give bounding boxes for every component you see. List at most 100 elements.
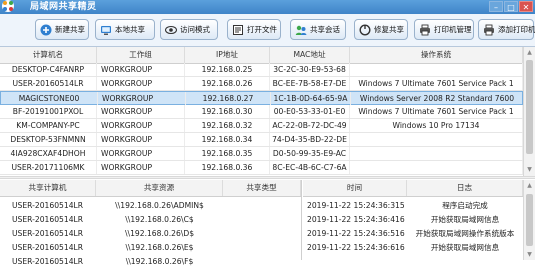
scroll-up-icon[interactable]: ▲ xyxy=(524,47,535,58)
printer-manage-button[interactable]: 打印机管理 xyxy=(414,19,474,40)
computer-name: MAGICSTONE00 xyxy=(1,92,98,105)
mac-address: 00-E0-53-33-01-E0 xyxy=(270,105,350,118)
add-printer-icon xyxy=(484,24,494,35)
computer-name: BF-20191001PXOL xyxy=(0,105,97,118)
ip-address: 192.168.0.25 xyxy=(185,63,270,76)
repair-share-icon xyxy=(359,23,371,36)
minimize-button[interactable]: – xyxy=(489,1,503,12)
access-mode-icon xyxy=(165,25,177,34)
ip-address: 192.168.0.27 xyxy=(186,92,271,105)
workgroup: WORKGROUP xyxy=(97,161,185,174)
column-header-computer-name[interactable]: 计算机名 xyxy=(0,47,97,63)
column-header-share-resource[interactable]: 共享资源 xyxy=(96,180,223,196)
column-header-share-computer[interactable]: 共享计算机 xyxy=(0,180,96,196)
maximize-button[interactable]: □ xyxy=(504,1,518,12)
log-message: 程序启动完成 xyxy=(442,201,488,210)
title-bar: 局域网共享精灵 – □ ✕ xyxy=(0,0,535,14)
share-row[interactable]: USER-20160514LR \\192.168.0.26\F$ xyxy=(0,255,301,269)
local-share-button[interactable]: 本地共享 xyxy=(95,19,155,40)
computer-list-header: 计算机名 工作组 IP地址 MAC地址 操作系统 xyxy=(0,47,523,64)
computer-row[interactable]: DESKTOP-53FNMNN WORKGROUP 192.168.0.34 7… xyxy=(0,133,523,147)
log-row[interactable]: 2019-11-22 15:24:36:315 程序启动完成 xyxy=(303,199,523,213)
share-resource: \\192.168.0.26\ADMIN$ xyxy=(115,201,204,210)
toolbar-label: 新建共享 xyxy=(55,25,85,34)
operating-system: Windows Server 2008 R2 Standard 7600 xyxy=(351,92,524,105)
column-header-ip[interactable]: IP地址 xyxy=(185,47,270,63)
scroll-down-icon[interactable]: ▼ xyxy=(524,164,535,175)
printer-manage-icon xyxy=(420,24,430,35)
add-printer-button[interactable]: 添加打印机 xyxy=(478,19,535,40)
toolbar-label: 打开文件 xyxy=(247,25,277,34)
ip-address: 192.168.0.36 xyxy=(185,161,270,174)
share-row[interactable]: USER-20160514LR \\192.168.0.26\D$ xyxy=(0,227,301,241)
repair-share-button[interactable]: 修复共享 xyxy=(354,19,408,40)
operating-system xyxy=(350,147,523,160)
open-file-button[interactable]: 打开文件 xyxy=(227,19,281,40)
toolbar-label: 修复共享 xyxy=(374,25,404,34)
access-mode-button[interactable]: 访问模式 xyxy=(160,19,218,40)
scroll-thumb[interactable] xyxy=(526,194,533,246)
log-row[interactable]: 2019-11-22 15:24:36:616 开始获取局域网信息 xyxy=(303,241,523,255)
log-list[interactable]: 时间 日志 2019-11-22 15:24:36:315 程序启动完成 201… xyxy=(303,180,523,260)
computer-row[interactable]: USER-20160514LR WORKGROUP 192.168.0.26 B… xyxy=(0,77,523,91)
computer-row-selected[interactable]: MAGICSTONE00 WORKGROUP 192.168.0.27 1C-1… xyxy=(0,91,524,105)
scroll-thumb[interactable] xyxy=(526,60,533,154)
workgroup: WORKGROUP xyxy=(97,105,185,118)
column-header-workgroup[interactable]: 工作组 xyxy=(97,47,185,63)
log-row[interactable]: 2019-11-22 15:24:36:516 开始获取局域网操作系统版本 xyxy=(303,227,523,241)
scroll-down-icon[interactable]: ▼ xyxy=(524,249,535,260)
computer-row[interactable]: KM-COMPANY-PC WORKGROUP 192.168.0.32 AC-… xyxy=(0,119,523,133)
log-message: 开始获取局域网信息 xyxy=(430,215,500,224)
operating-system xyxy=(350,133,523,146)
share-list[interactable]: 共享计算机 共享资源 共享类型 USER-20160514LR \\192.16… xyxy=(0,180,302,266)
log-list-scrollbar[interactable]: ▲ ▼ xyxy=(523,180,535,260)
operating-system: Windows 10 Pro 17134 xyxy=(350,119,523,132)
share-session-button[interactable]: 共享会话 xyxy=(290,19,346,40)
app-logo-icon xyxy=(2,0,14,12)
log-message: 开始获取局域网操作系统版本 xyxy=(415,229,515,238)
splitter[interactable] xyxy=(0,176,535,179)
share-type xyxy=(223,213,301,226)
toolbar-label: 打印机管理 xyxy=(434,25,472,34)
column-header-time[interactable]: 时间 xyxy=(303,180,407,196)
computer-row[interactable]: DESKTOP-C4FANRP WORKGROUP 192.168.0.25 3… xyxy=(0,63,523,77)
share-session-icon xyxy=(295,25,307,35)
open-file-icon xyxy=(233,24,243,35)
workgroup: WORKGROUP xyxy=(98,92,186,105)
share-resource: \\192.168.0.26\E$ xyxy=(125,243,194,252)
log-time: 2019-11-22 15:24:36:516 xyxy=(307,229,405,238)
column-header-log[interactable]: 日志 xyxy=(407,180,523,196)
log-row[interactable]: 2019-11-22 15:24:36:416 开始获取局域网信息 xyxy=(303,213,523,227)
computer-name: DESKTOP-53FNMNN xyxy=(0,133,97,146)
mac-address: 8C-EC-4B-6C-C7-6A xyxy=(270,161,350,174)
mac-address: BC-EE-7B-58-E7-DE xyxy=(270,77,350,90)
share-computer: USER-20160514LR xyxy=(12,243,84,252)
computer-row[interactable]: USER-20171106MK WORKGROUP 192.168.0.36 8… xyxy=(0,161,523,175)
operating-system xyxy=(350,161,523,174)
share-row[interactable]: USER-20160514LR \\192.168.0.26\C$ xyxy=(0,213,301,227)
share-row[interactable]: USER-20160514LR \\192.168.0.26\E$ xyxy=(0,241,301,255)
computer-row[interactable]: BF-20191001PXOL WORKGROUP 192.168.0.30 0… xyxy=(0,105,523,119)
mac-address: 1C-1B-0D-64-65-9A xyxy=(271,92,351,105)
column-header-share-type[interactable]: 共享类型 xyxy=(223,180,301,196)
ip-address: 192.168.0.34 xyxy=(185,133,270,146)
log-time: 2019-11-22 15:24:36:416 xyxy=(307,215,405,224)
toolbar-label: 添加打印机 xyxy=(498,25,535,34)
share-row[interactable]: USER-20160514LR \\192.168.0.26\ADMIN$ xyxy=(0,199,301,213)
mac-address: D0-50-99-35-E9-AC xyxy=(270,147,350,160)
computer-list-scrollbar[interactable]: ▲ ▼ xyxy=(523,47,535,176)
close-button[interactable]: ✕ xyxy=(519,1,533,12)
workgroup: WORKGROUP xyxy=(97,77,185,90)
log-list-header: 时间 日志 xyxy=(303,180,523,197)
share-list-header: 共享计算机 共享资源 共享类型 xyxy=(0,180,301,197)
column-header-os[interactable]: 操作系统 xyxy=(350,47,523,63)
new-share-icon xyxy=(40,24,52,35)
new-share-button[interactable]: 新建共享 xyxy=(35,19,89,40)
log-time: 2019-11-22 15:24:36:315 xyxy=(307,201,405,210)
computer-list[interactable]: 计算机名 工作组 IP地址 MAC地址 操作系统 DESKTOP-C4FANRP… xyxy=(0,47,524,176)
scroll-up-icon[interactable]: ▲ xyxy=(524,180,535,191)
column-header-mac[interactable]: MAC地址 xyxy=(270,47,350,63)
operating-system: Windows 7 Ultimate 7601 Service Pack 1 xyxy=(350,77,523,90)
computer-row[interactable]: 4IA928CXAF4DHOH WORKGROUP 192.168.0.35 D… xyxy=(0,147,523,161)
ip-address: 192.168.0.30 xyxy=(185,105,270,118)
